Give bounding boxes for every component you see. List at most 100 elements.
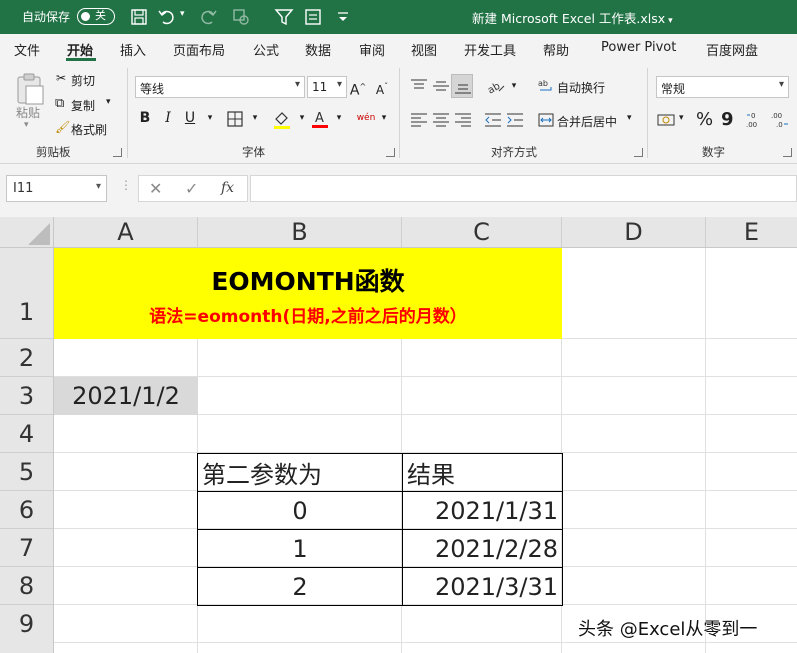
shapes-icon[interactable] [231,7,251,27]
increase-decimal-icon[interactable]: 0 .00 [745,110,765,130]
column-header-d[interactable]: D [562,217,706,248]
decrease-font-icon[interactable]: Aˇ [372,76,392,98]
cell-c6[interactable]: 2021/1/31 [402,491,563,530]
customize-toolbar-icon[interactable] [333,7,353,27]
format-painter-icon[interactable]: 🖌 [55,120,70,134]
align-center-icon[interactable] [432,112,450,128]
number-launcher-icon[interactable] [783,148,792,157]
wrap-text-label[interactable]: 自动换行 [557,79,605,96]
row-header-7[interactable]: 7 [0,529,54,567]
merged-cell-a1[interactable]: EOMONTH函数 语法=eomonth(日期,之前之后的月数） [54,248,562,339]
cell-a3[interactable]: 2021/1/2 [54,377,198,415]
font-color-dropdown-icon[interactable]: ▾ [329,107,349,129]
decrease-indent-icon[interactable] [484,112,502,128]
row-header-5[interactable]: 5 [0,453,54,491]
phonetic-dropdown-icon[interactable]: ▾ [374,107,394,129]
redo-icon[interactable] [198,7,218,27]
tab-home[interactable]: 开始 [67,40,93,59]
row-header-9[interactable]: 9 [0,605,54,653]
font-color-icon[interactable]: A [311,109,329,129]
underline-dropdown-icon[interactable]: ▾ [200,107,220,129]
merge-center-icon[interactable] [538,112,554,128]
paste-icon[interactable] [14,72,46,106]
align-top-icon[interactable] [410,78,428,94]
borders-dropdown-icon[interactable]: ▾ [245,107,265,129]
tab-review[interactable]: 审阅 [359,40,385,59]
row-header-1[interactable]: 1 [0,248,54,339]
alignment-launcher-icon[interactable] [634,148,643,157]
font-launcher-icon[interactable] [386,148,395,157]
paste-label[interactable]: 粘贴 [16,104,40,121]
merge-dropdown-icon[interactable]: ▾ [627,113,632,123]
tab-insert[interactable]: 插入 [120,40,146,59]
copy-icon[interactable]: ⧉ [55,96,64,111]
drag-handle-icon[interactable]: ⋮ [120,178,132,192]
cell-b8[interactable]: 2 [197,567,403,606]
format-painter-label[interactable]: 格式刷 [71,121,107,138]
cell-b5[interactable]: 第二参数为 [197,453,403,492]
font-name-combo[interactable]: 等线 ▾ [135,76,305,98]
cancel-icon[interactable]: ✕ [149,179,162,198]
copy-dropdown-icon[interactable]: ▾ [106,97,111,107]
cut-label[interactable]: 剪切 [71,72,95,89]
tab-help[interactable]: 帮助 [543,40,569,59]
undo-icon[interactable] [157,7,177,27]
align-left-icon[interactable] [410,112,428,128]
underline-button[interactable]: U [180,107,200,129]
name-box[interactable]: I11 ▾ [6,175,107,202]
comma-button[interactable]: 9 [721,109,734,130]
merge-center-label[interactable]: 合并后居中 [557,113,617,130]
decrease-decimal-icon[interactable]: .00 .0 [770,110,790,130]
accounting-dropdown-icon[interactable]: ▾ [679,113,684,123]
cell-b6[interactable]: 0 [197,491,403,530]
column-header-a[interactable]: A [54,217,198,248]
align-right-icon[interactable] [454,112,472,128]
document-title[interactable]: 新建 Microsoft Excel 工作表.xlsx ▾ [472,8,673,27]
tab-view[interactable]: 视图 [411,40,437,59]
tab-developer[interactable]: 开发工具 [464,40,516,59]
orientation-dropdown-icon[interactable]: ▾ [504,75,524,97]
orientation-icon[interactable]: ab [486,77,506,95]
cell-c7[interactable]: 2021/2/28 [402,529,563,568]
row-header-3[interactable]: 3 [0,377,54,415]
insert-function-icon[interactable]: fx [221,180,234,196]
wrap-text-icon[interactable]: ab [538,78,554,94]
align-middle-icon[interactable] [432,78,450,94]
accounting-format-icon[interactable] [657,112,677,128]
cell-c8[interactable]: 2021/3/31 [402,567,563,606]
autosave-toggle[interactable]: 关 [77,8,115,25]
paste-dropdown-icon[interactable]: ▾ [24,120,29,130]
undo-dropdown-icon[interactable]: ▾ [180,9,200,29]
column-header-b[interactable]: B [198,217,402,248]
clipboard-launcher-icon[interactable] [113,148,122,157]
increase-indent-icon[interactable] [506,112,524,128]
tab-power-pivot[interactable]: Power Pivot [601,40,676,55]
tab-formulas[interactable]: 公式 [253,40,279,59]
borders-icon[interactable] [227,111,243,127]
tab-data[interactable]: 数据 [305,40,331,59]
copy-label[interactable]: 复制 [71,97,95,114]
bold-button[interactable]: B [135,107,155,129]
font-size-combo[interactable]: 11 ▾ [307,76,347,98]
percent-button[interactable]: % [696,109,713,130]
row-header-8[interactable]: 8 [0,567,54,605]
cell-c5[interactable]: 结果 [402,453,563,492]
enter-icon[interactable]: ✓ [185,179,198,198]
number-format-combo[interactable]: 常规 ▾ [656,76,789,98]
align-bottom-button[interactable] [451,74,473,98]
row-header-6[interactable]: 6 [0,491,54,529]
italic-button[interactable]: I [158,107,178,129]
cut-icon[interactable]: ✂ [56,71,66,85]
column-header-e[interactable]: E [706,217,797,248]
form-icon[interactable] [303,7,323,27]
tab-file[interactable]: 文件 [14,40,40,59]
cell-b7[interactable]: 1 [197,529,403,568]
tab-baidu-netdisk[interactable]: 百度网盘 [706,40,758,59]
fill-color-icon[interactable] [272,110,292,130]
increase-font-icon[interactable]: A^ [348,76,368,99]
column-header-c[interactable]: C [402,217,562,248]
tab-page-layout[interactable]: 页面布局 [173,40,225,59]
filter-icon[interactable] [274,7,294,27]
row-header-2[interactable]: 2 [0,339,54,377]
phonetic-icon[interactable]: wén [356,107,376,129]
